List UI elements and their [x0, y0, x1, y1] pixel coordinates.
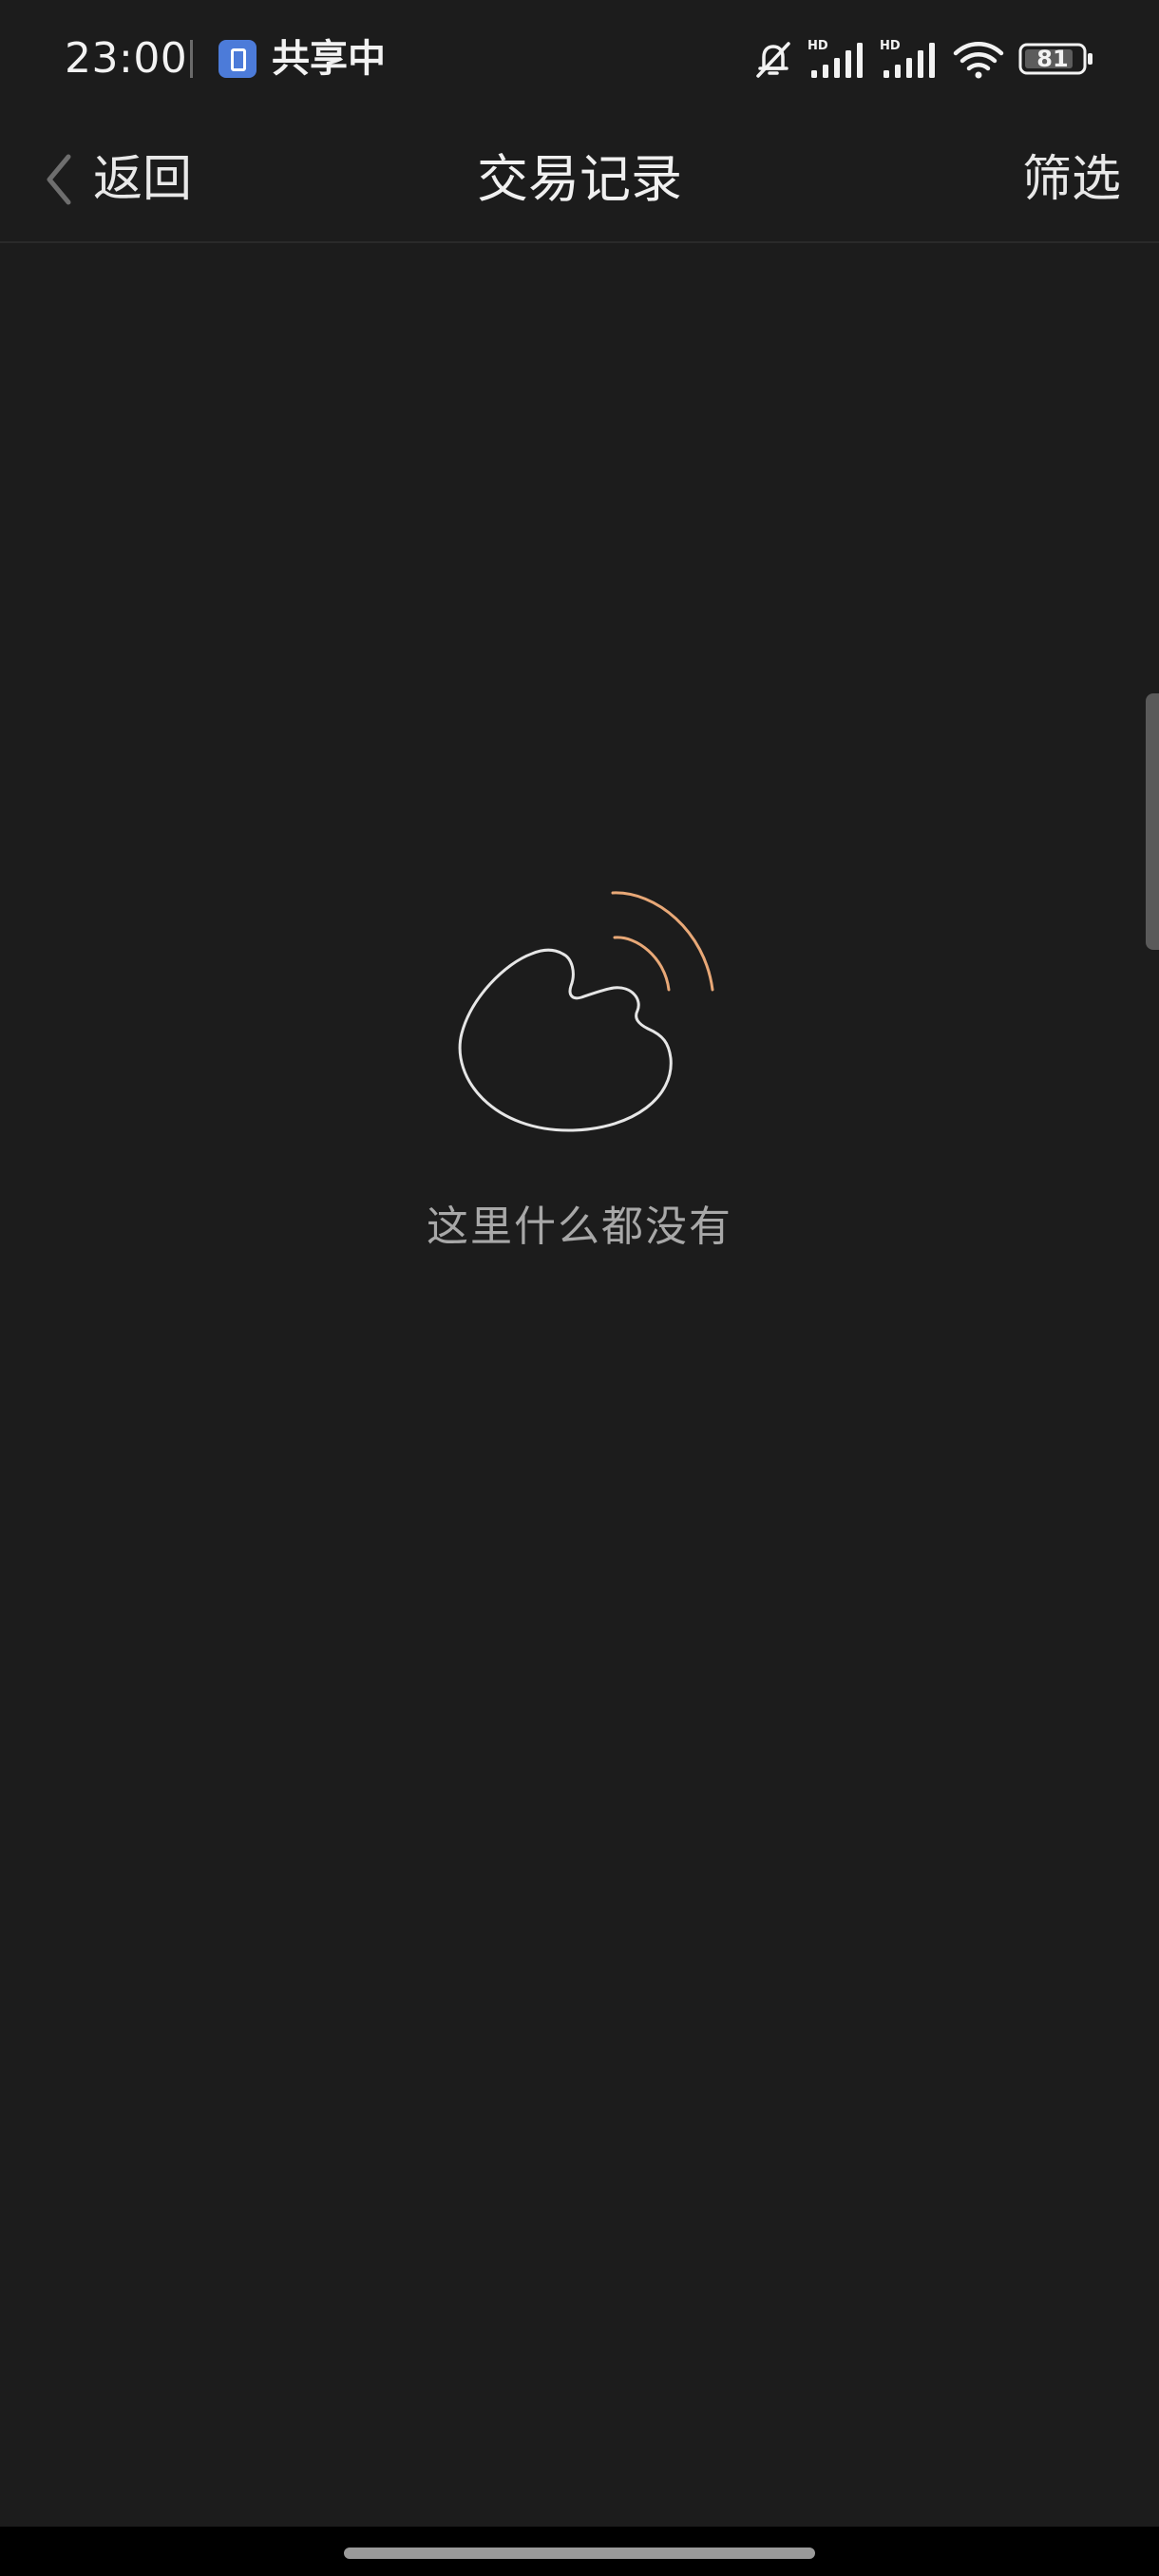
battery-icon: 81 — [1018, 41, 1094, 77]
signal-hd-label: HD — [880, 39, 901, 53]
status-divider — [190, 40, 193, 78]
bell-muted-icon — [752, 38, 794, 80]
page-title: 交易记录 — [477, 149, 682, 209]
empty-hand-waves-illustration — [437, 883, 722, 1140]
navigation-bar: 返回 交易记录 筛选 — [0, 118, 1159, 243]
filter-button[interactable]: 筛选 — [1022, 139, 1121, 220]
signal-hd-icon: HD — [880, 38, 939, 80]
share-status-text: 共享中 — [272, 37, 386, 81]
status-bar: 23:00 共享中 HD HD 81 — [0, 0, 1159, 118]
status-time: 23:00 — [65, 34, 188, 83]
screen-share-icon — [218, 40, 256, 78]
screen: 23:00 共享中 HD HD 81 返回 交易记录 筛选 这里什么都没有 — [0, 0, 1159, 2576]
battery-level: 81 — [1036, 46, 1069, 72]
signal-hd-label: HD — [808, 39, 828, 53]
wifi-icon — [952, 38, 1005, 80]
signal-hd-icon: HD — [808, 38, 866, 80]
home-indicator[interactable] — [344, 2548, 815, 2559]
status-icons: HD HD 81 — [752, 32, 1094, 85]
gesture-bar — [0, 2527, 1159, 2576]
scrollbar-handle[interactable] — [1146, 693, 1159, 950]
empty-state-message: 这里什么都没有 — [427, 1203, 732, 1251]
